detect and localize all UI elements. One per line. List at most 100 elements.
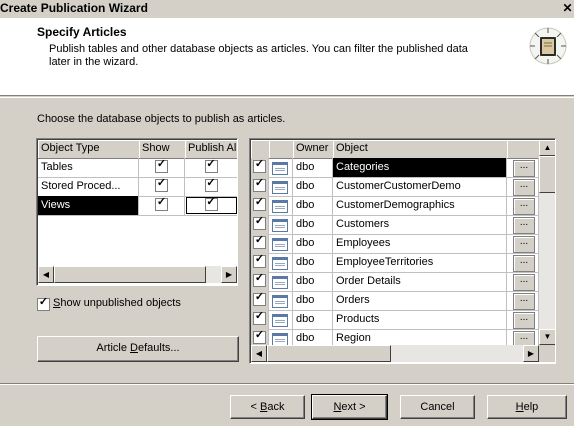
hscroll-thumb[interactable] <box>267 345 391 362</box>
article-row[interactable]: ✓ dbo Employees... <box>251 234 539 254</box>
table-icon <box>272 257 288 270</box>
article-properties-button[interactable]: ... <box>513 198 535 215</box>
object-type-grid[interactable]: Object Type Show Publish All Tables ✓ ✓ Sto… <box>36 138 238 286</box>
article-properties-button[interactable]: ... <box>513 160 535 177</box>
col-show[interactable]: Show <box>139 140 189 159</box>
article-object[interactable]: CustomerCustomerDemo <box>333 177 507 196</box>
article-row[interactable]: ✓ dbo Products... <box>251 310 539 330</box>
article-row[interactable]: ✓ dbo Categories... <box>251 158 539 178</box>
window-title: Create Publication Wizard <box>0 1 148 15</box>
article-checkbox[interactable]: ✓ <box>253 215 266 230</box>
close-icon[interactable]: ✕ <box>561 1 574 16</box>
vscroll-thumb[interactable] <box>539 156 555 193</box>
scroll-left-icon[interactable]: ◀ <box>38 266 54 283</box>
back-button[interactable]: < Back <box>230 395 305 419</box>
instructions-label: Choose the database objects to publish a… <box>37 113 286 125</box>
article-owner: dbo <box>293 291 333 310</box>
article-object[interactable]: Products <box>333 310 507 329</box>
article-owner: dbo <box>293 158 333 177</box>
article-properties-button[interactable]: ... <box>513 217 535 234</box>
article-checkbox[interactable]: ✓ <box>253 272 266 287</box>
article-owner: dbo <box>293 196 333 215</box>
articles-grid[interactable]: Owner Object ✓ dbo Categories... ✓ dbo Custom… <box>249 138 556 364</box>
object-type-row[interactable]: Stored Proced... ✓ ✓ <box>38 177 237 197</box>
table-icon <box>272 200 288 213</box>
col-owner[interactable]: Owner <box>293 140 337 159</box>
table-icon <box>272 219 288 232</box>
show-checkbox[interactable]: ✓ <box>155 177 168 192</box>
article-checkbox[interactable]: ✓ <box>253 253 266 268</box>
object-type-name[interactable]: Views <box>38 196 139 215</box>
object-type-name[interactable]: Tables <box>38 158 139 177</box>
article-object[interactable]: CustomerDemographics <box>333 196 507 215</box>
show-unpublished-checkbox[interactable]: ✓ <box>37 296 50 314</box>
scroll-corner <box>539 345 555 362</box>
scroll-right-icon[interactable]: ▶ <box>221 266 237 283</box>
article-checkbox[interactable]: ✓ <box>253 177 266 192</box>
article-object[interactable]: Customers <box>333 215 507 234</box>
article-owner: dbo <box>293 215 333 234</box>
article-properties-button[interactable]: ... <box>513 255 535 272</box>
article-defaults-button[interactable]: Article Defaults... <box>37 336 239 362</box>
article-row[interactable]: ✓ dbo Orders... <box>251 291 539 311</box>
article-checkbox[interactable]: ✓ <box>253 234 266 249</box>
page-description-line2: later in the wizard. <box>49 56 139 68</box>
article-row[interactable]: ✓ dbo Order Details... <box>251 272 539 292</box>
publish-all-checkbox[interactable]: ✓ <box>204 196 218 211</box>
footer-separator <box>0 383 574 385</box>
article-checkbox[interactable]: ✓ <box>253 329 266 344</box>
object-type-row[interactable]: Views ✓ ✓ <box>38 196 237 216</box>
col-publish-all[interactable]: Publish All <box>185 140 237 159</box>
article-row[interactable]: ✓ dbo CustomerDemographics... <box>251 196 539 216</box>
wizard-book-icon <box>528 26 568 66</box>
show-unpublished-label[interactable]: Show unpublished objects <box>53 297 181 309</box>
article-owner: dbo <box>293 234 333 253</box>
table-icon <box>272 314 288 327</box>
object-type-name[interactable]: Stored Proced... <box>38 177 139 196</box>
col-object[interactable]: Object <box>333 140 511 159</box>
article-owner: dbo <box>293 177 333 196</box>
cancel-button[interactable]: Cancel <box>400 395 475 419</box>
publish-all-checkbox[interactable]: ✓ <box>204 177 218 192</box>
col-properties[interactable] <box>507 140 543 159</box>
article-object[interactable]: Order Details <box>333 272 507 291</box>
article-checkbox[interactable]: ✓ <box>253 291 266 306</box>
article-properties-button[interactable]: ... <box>513 236 535 253</box>
scroll-right-icon[interactable]: ▶ <box>523 345 539 362</box>
article-properties-button[interactable]: ... <box>513 312 535 329</box>
article-row[interactable]: ✓ dbo EmployeeTerritories... <box>251 253 539 273</box>
show-checkbox[interactable]: ✓ <box>155 158 168 173</box>
article-object[interactable]: Categories <box>333 158 507 177</box>
article-object[interactable]: Employees <box>333 234 507 253</box>
article-owner: dbo <box>293 310 333 329</box>
article-properties-button[interactable]: ... <box>513 179 535 196</box>
article-row[interactable]: ✓ dbo Customers... <box>251 215 539 235</box>
help-button[interactable]: Help <box>487 395 567 419</box>
article-properties-button[interactable]: ... <box>513 274 535 291</box>
table-icon <box>272 276 288 289</box>
col-object-type[interactable]: Object Type <box>38 140 143 159</box>
page-description: Publish tables and other database object… <box>49 43 468 55</box>
scroll-down-icon[interactable]: ▼ <box>539 329 555 345</box>
scroll-left-icon[interactable]: ◀ <box>251 345 267 362</box>
article-properties-button[interactable]: ... <box>513 293 535 310</box>
article-checkbox[interactable]: ✓ <box>253 310 266 325</box>
article-checkbox[interactable]: ✓ <box>253 196 266 211</box>
table-icon <box>272 181 288 194</box>
header-separator <box>0 97 574 98</box>
page-title: Specify Articles <box>37 25 127 39</box>
publish-all-checkbox[interactable]: ✓ <box>204 158 218 173</box>
article-object[interactable]: EmployeeTerritories <box>333 253 507 272</box>
table-icon <box>272 295 288 308</box>
table-icon <box>272 162 288 175</box>
object-type-row[interactable]: Tables ✓ ✓ <box>38 158 237 178</box>
article-owner: dbo <box>293 253 333 272</box>
article-row[interactable]: ✓ dbo CustomerCustomerDemo... <box>251 177 539 197</box>
table-icon <box>272 238 288 251</box>
article-checkbox[interactable]: ✓ <box>253 158 266 173</box>
hscroll-thumb[interactable] <box>54 266 206 283</box>
scroll-up-icon[interactable]: ▲ <box>539 140 555 156</box>
show-checkbox[interactable]: ✓ <box>155 196 168 211</box>
article-object[interactable]: Orders <box>333 291 507 310</box>
next-button[interactable]: Next > <box>311 394 388 420</box>
